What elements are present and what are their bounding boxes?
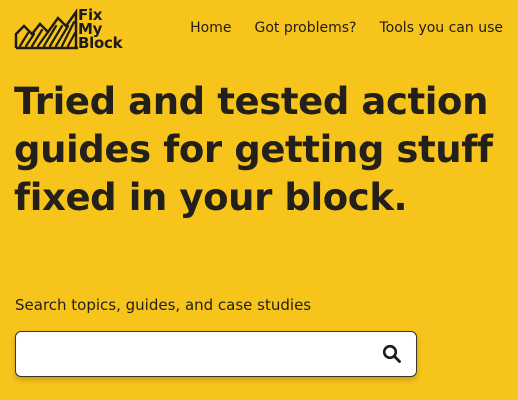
search-button[interactable] — [368, 332, 416, 376]
city-skyline-icon — [14, 8, 78, 50]
hero-title: Tried and tested action guides for getti… — [14, 80, 493, 219]
logo-link[interactable]: Fix My Block — [14, 6, 123, 52]
search-label: Search topics, guides, and case studies — [15, 296, 312, 314]
site-header: Fix My Block Home Got problems? Tools yo… — [0, 0, 518, 60]
logo-text: Fix My Block — [78, 6, 123, 52]
nav-item-tools[interactable]: Tools you can use — [380, 20, 504, 36]
search-icon — [382, 344, 401, 363]
search-input[interactable] — [16, 332, 368, 376]
search-box — [15, 331, 417, 377]
nav-item-home[interactable]: Home — [190, 20, 231, 36]
main-nav: Home Got problems? Tools you can use — [190, 20, 503, 36]
nav-item-got-problems[interactable]: Got problems? — [254, 20, 356, 36]
